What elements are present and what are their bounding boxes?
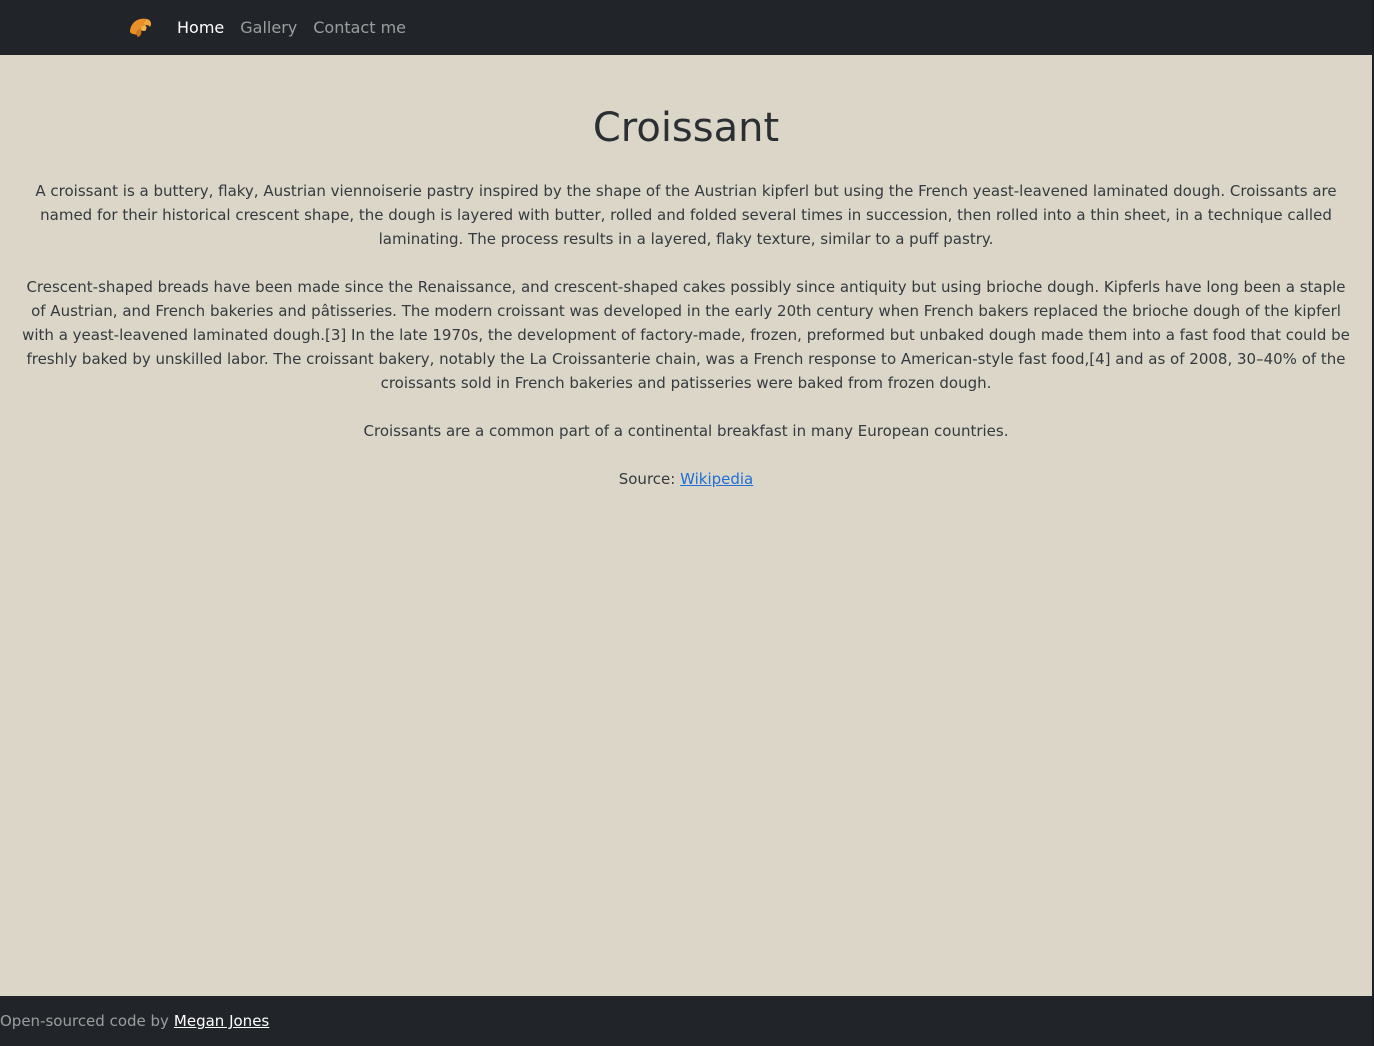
top-navbar: Home Gallery Contact me	[0, 0, 1374, 55]
footer: Open-sourced code by Megan Jones	[0, 996, 1372, 1046]
nav-home-link[interactable]: Home	[177, 18, 224, 37]
footer-text: Open-sourced code by	[0, 1012, 169, 1030]
nav-contact-link[interactable]: Contact me	[313, 18, 406, 37]
croissant-icon[interactable]	[127, 14, 153, 40]
wikipedia-link[interactable]: Wikipedia	[680, 470, 753, 488]
breakfast-paragraph: Croissants are a common part of a contin…	[363, 422, 1009, 440]
main-content: Croissant A croissant is a buttery, flak…	[0, 55, 1372, 996]
nav-links: Home Gallery Contact me	[177, 0, 406, 55]
page-title: Croissant	[592, 105, 780, 151]
source-label: Source:	[618, 470, 676, 488]
intro-paragraph: A croissant is a buttery, flaky, Austria…	[35, 182, 1337, 248]
author-link[interactable]: Megan Jones	[174, 1012, 269, 1030]
nav-gallery-link[interactable]: Gallery	[240, 18, 297, 37]
page: Home Gallery Contact me Croissant A croi…	[0, 0, 1374, 1046]
source-line: Source: Wikipedia	[18, 467, 1354, 491]
history-paragraph: Crescent-shaped breads have been made si…	[22, 278, 1350, 392]
